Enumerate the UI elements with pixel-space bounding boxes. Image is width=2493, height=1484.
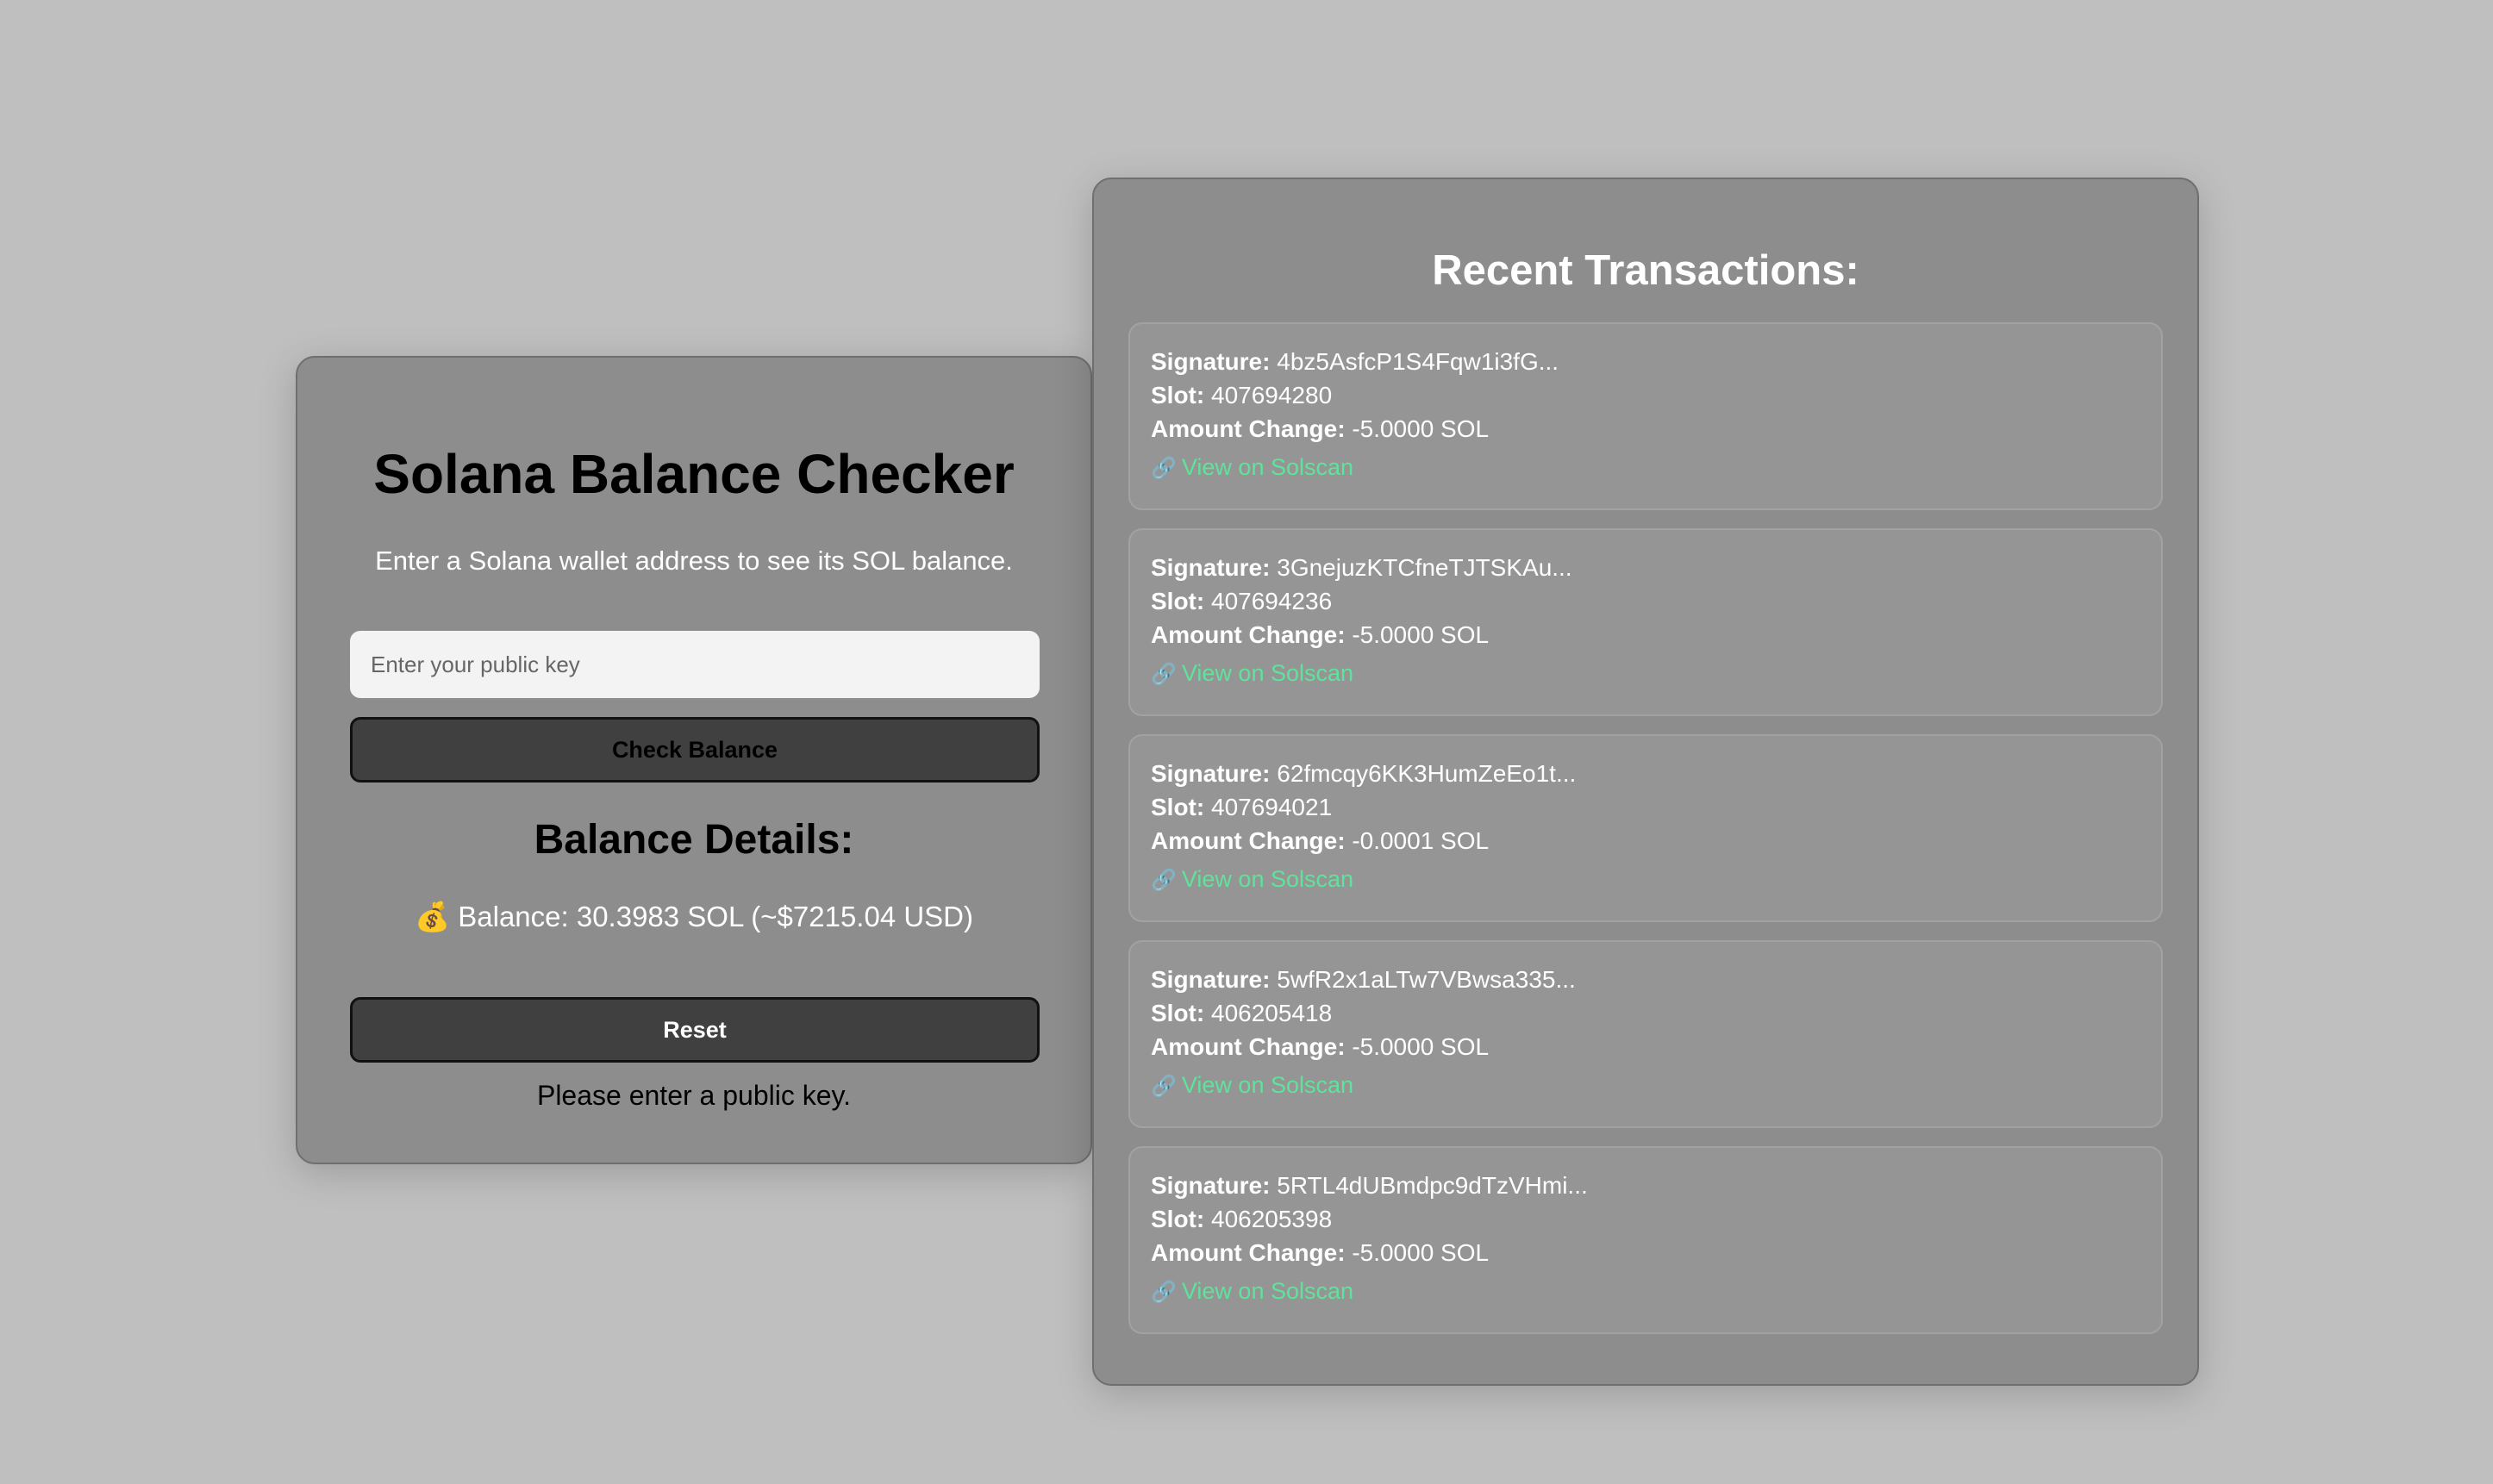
balance-display: 💰 Balance: 30.3983 SOL (~$7215.04 USD) <box>297 901 1090 934</box>
signature-value: 62fmcqy6KK3HumZeEo1t... <box>1277 760 1577 787</box>
signature-row: Signature: 62fmcqy6KK3HumZeEo1t... <box>1151 757 2140 790</box>
amount-value: -5.0000 SOL <box>1352 1239 1490 1266</box>
transaction-card: Signature: 62fmcqy6KK3HumZeEo1t... Slot:… <box>1128 734 2163 922</box>
slot-label: Slot: <box>1151 1000 1205 1026</box>
status-message: Please enter a public key. <box>536 1080 852 1111</box>
transaction-card: Signature: 3GnejuzKTCfneTJTSKAu... Slot:… <box>1128 528 2163 716</box>
link-text: View on Solscan <box>1181 660 1354 686</box>
signature-row: Signature: 5RTL4dUBmdpc9dTzVHmi... <box>1151 1169 2140 1202</box>
amount-row: Amount Change: -0.0001 SOL <box>1151 824 2140 857</box>
signature-value: 3GnejuzKTCfneTJTSKAu... <box>1277 554 1572 581</box>
money-bag-icon: 💰 <box>414 901 451 932</box>
link-text: View on Solscan <box>1181 1278 1354 1304</box>
slot-label: Slot: <box>1151 588 1205 614</box>
slot-row: Slot: 407694280 <box>1151 378 2140 412</box>
signature-label: Signature: <box>1151 760 1271 787</box>
signature-value: 5RTL4dUBmdpc9dTzVHmi... <box>1277 1172 1588 1199</box>
balance-value: Balance: 30.3983 SOL (~$7215.04 USD) <box>458 901 974 932</box>
signature-row: Signature: 5wfR2x1aLTw7VBwsa335... <box>1151 963 2140 996</box>
slot-value: 406205398 <box>1211 1206 1333 1232</box>
slot-value: 407694280 <box>1211 382 1333 408</box>
subtitle: Enter a Solana wallet address to see its… <box>375 546 1013 576</box>
amount-value: -0.0001 SOL <box>1352 827 1490 854</box>
link-text: View on Solscan <box>1181 454 1354 480</box>
balance-checker-panel: Solana Balance Checker Enter a Solana wa… <box>296 356 1092 1164</box>
amount-row: Amount Change: -5.0000 SOL <box>1151 1236 2140 1269</box>
slot-value: 406205418 <box>1211 1000 1333 1026</box>
amount-label: Amount Change: <box>1151 827 1346 854</box>
link-text: View on Solscan <box>1181 1072 1354 1098</box>
balance-details-heading: Balance Details: <box>534 817 854 863</box>
link-icon: 🔗 <box>1151 869 1177 892</box>
transaction-card: Signature: 4bz5AsfcP1S4Fqw1i3fG... Slot:… <box>1128 322 2163 510</box>
link-icon: 🔗 <box>1151 1281 1177 1304</box>
slot-value: 407694021 <box>1211 794 1333 820</box>
amount-label: Amount Change: <box>1151 1239 1346 1266</box>
amount-value: -5.0000 SOL <box>1352 1033 1490 1060</box>
link-icon: 🔗 <box>1151 457 1177 480</box>
signature-label: Signature: <box>1151 348 1271 375</box>
transaction-card: Signature: 5RTL4dUBmdpc9dTzVHmi... Slot:… <box>1128 1146 2163 1334</box>
transactions-heading: Recent Transactions: <box>1432 247 1859 294</box>
link-text: View on Solscan <box>1181 866 1354 892</box>
slot-row: Slot: 406205398 <box>1151 1202 2140 1236</box>
amount-label: Amount Change: <box>1151 415 1346 442</box>
amount-label: Amount Change: <box>1151 621 1346 648</box>
amount-value: -5.0000 SOL <box>1352 621 1490 648</box>
amount-value: -5.0000 SOL <box>1352 415 1490 442</box>
amount-label: Amount Change: <box>1151 1033 1346 1060</box>
amount-row: Amount Change: -5.0000 SOL <box>1151 412 2140 446</box>
page-title: Solana Balance Checker <box>373 443 1015 505</box>
signature-label: Signature: <box>1151 966 1271 993</box>
slot-label: Slot: <box>1151 1206 1205 1232</box>
slot-label: Slot: <box>1151 382 1205 408</box>
signature-value: 4bz5AsfcP1S4Fqw1i3fG... <box>1277 348 1559 375</box>
signature-value: 5wfR2x1aLTw7VBwsa335... <box>1277 966 1576 993</box>
slot-row: Slot: 406205418 <box>1151 996 2140 1030</box>
view-on-solscan-link[interactable]: 🔗 View on Solscan <box>1151 1275 2140 1309</box>
slot-row: Slot: 407694236 <box>1151 584 2140 618</box>
transaction-card: Signature: 5wfR2x1aLTw7VBwsa335... Slot:… <box>1128 940 2163 1128</box>
link-icon: 🔗 <box>1151 1075 1177 1098</box>
slot-row: Slot: 407694021 <box>1151 790 2140 824</box>
signature-label: Signature: <box>1151 1172 1271 1199</box>
signature-row: Signature: 3GnejuzKTCfneTJTSKAu... <box>1151 551 2140 584</box>
amount-row: Amount Change: -5.0000 SOL <box>1151 1030 2140 1063</box>
slot-label: Slot: <box>1151 794 1205 820</box>
view-on-solscan-link[interactable]: 🔗 View on Solscan <box>1151 863 2140 897</box>
slot-value: 407694236 <box>1211 588 1333 614</box>
link-icon: 🔗 <box>1151 663 1177 686</box>
check-balance-button[interactable]: Check Balance <box>350 717 1040 783</box>
reset-button[interactable]: Reset <box>350 997 1040 1063</box>
signature-label: Signature: <box>1151 554 1271 581</box>
public-key-input[interactable] <box>350 631 1040 698</box>
view-on-solscan-link[interactable]: 🔗 View on Solscan <box>1151 1069 2140 1103</box>
view-on-solscan-link[interactable]: 🔗 View on Solscan <box>1151 657 2140 691</box>
view-on-solscan-link[interactable]: 🔗 View on Solscan <box>1151 451 2140 485</box>
amount-row: Amount Change: -5.0000 SOL <box>1151 618 2140 652</box>
transactions-panel: Recent Transactions: Signature: 4bz5Asfc… <box>1092 178 2199 1386</box>
signature-row: Signature: 4bz5AsfcP1S4Fqw1i3fG... <box>1151 345 2140 378</box>
